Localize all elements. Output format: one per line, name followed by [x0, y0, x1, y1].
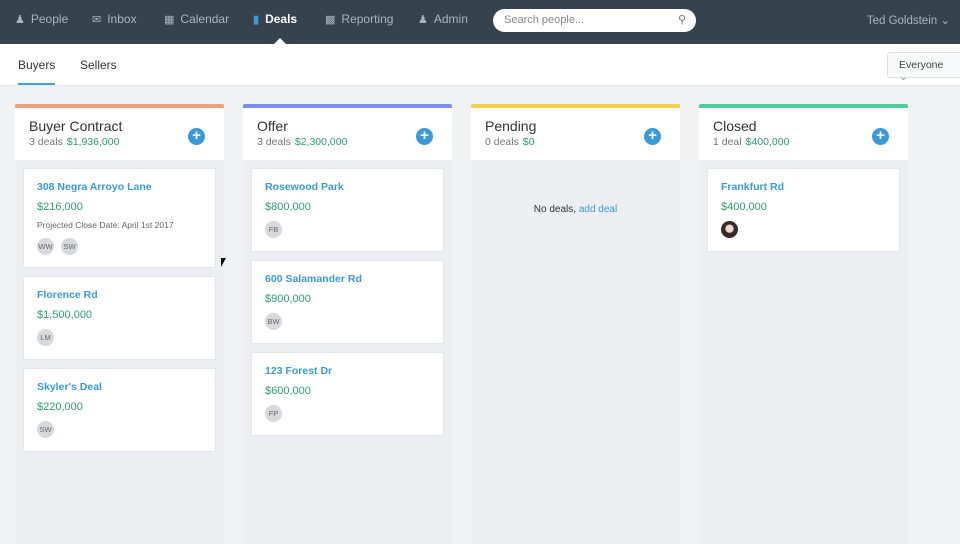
deal-name[interactable]: 600 Salamander Rd	[265, 273, 430, 285]
top-nav: ♟ People ✉ Inbox ▦ Calendar ▮ Deals ▩ Reporti…	[0, 0, 960, 44]
nav-people[interactable]: ♟ People	[15, 12, 68, 26]
chart-icon: ▩	[325, 13, 336, 26]
deal-name[interactable]: Rosewood Park	[265, 181, 430, 193]
empty-state: No deals, add deal	[471, 204, 680, 215]
column-offer: Offer 3 deals $2,300,000 + Rosewood Park …	[243, 104, 452, 544]
column-pending: Pending 0 deals $0 + No deals, add deal	[471, 104, 680, 544]
nav-deals[interactable]: ▮ Deals	[253, 12, 297, 26]
add-deal-button[interactable]: +	[416, 128, 433, 145]
deals-bag-icon: ▮	[253, 13, 260, 26]
user-icon: ♟	[418, 13, 428, 26]
column-total: $400,000	[745, 136, 790, 148]
everyone-filter-dropdown[interactable]: Everyone ⌄	[887, 52, 960, 83]
deal-name[interactable]: 123 Forest Dr	[265, 365, 430, 377]
tab-buyers[interactable]: Buyers	[18, 58, 56, 85]
deal-card[interactable]: 600 Salamander Rd $900,000 BW	[251, 260, 444, 344]
column-title: Offer	[257, 118, 288, 134]
add-deal-button[interactable]: +	[644, 128, 661, 145]
deal-count: 1 deal	[713, 136, 742, 148]
column-title: Pending	[485, 118, 537, 134]
nav-label: Inbox	[107, 12, 137, 26]
column-header: Pending 0 deals $0 +	[471, 108, 680, 160]
user-name: Ted Goldstein	[866, 15, 938, 27]
deal-price: $600,000	[265, 385, 311, 397]
search-placeholder: Search people...	[504, 14, 585, 26]
avatar: FB	[265, 221, 282, 238]
deal-name[interactable]: Florence Rd	[37, 289, 202, 301]
deal-name[interactable]: 308 Negra Arroyo Lane	[37, 181, 202, 193]
nav-label: Admin	[433, 12, 468, 26]
mouse-cursor-icon	[221, 258, 226, 267]
deal-price: $220,000	[37, 401, 83, 413]
avatar: SW	[37, 421, 54, 438]
chevron-down-icon: ⌄	[899, 71, 908, 83]
deal-card[interactable]: Florence Rd $1,500,000 LM	[23, 276, 216, 360]
deal-card[interactable]: Frankfurt Rd $400,000	[707, 168, 900, 252]
deal-price: $400,000	[721, 201, 767, 213]
deal-card[interactable]: Rosewood Park $800,000 FB	[251, 168, 444, 252]
search-input[interactable]: Search people... ⚲	[493, 9, 696, 32]
add-deal-button[interactable]: +	[872, 128, 889, 145]
deal-card[interactable]: 123 Forest Dr $600,000 FP	[251, 352, 444, 436]
subnav: Buyers Sellers Everyone ⌄	[0, 44, 960, 86]
avatar: FP	[265, 405, 282, 422]
empty-text: No deals,	[533, 204, 577, 215]
deal-count: 0 deals	[485, 136, 519, 148]
deal-card[interactable]: Skyler's Deal $220,000 SW	[23, 368, 216, 452]
nav-label: Deals	[265, 12, 298, 26]
column-total: $1,936,000	[66, 136, 120, 148]
column-buyer-contract: Buyer Contract 3 deals $1,936,000 + 308 N…	[15, 104, 224, 544]
avatar: LM	[37, 329, 54, 346]
deal-card[interactable]: 308 Negra Arroyo Lane $216,000 Projected…	[23, 168, 216, 268]
column-title: Closed	[713, 118, 757, 134]
tab-sellers[interactable]: Sellers	[80, 58, 117, 72]
avatar: SW	[61, 238, 78, 255]
nav-admin[interactable]: ♟ Admin	[418, 12, 468, 26]
nav-label: Reporting	[341, 12, 394, 26]
column-header: Offer 3 deals $2,300,000 +	[243, 108, 452, 160]
deal-name[interactable]: Frankfurt Rd	[721, 181, 886, 193]
avatar: BW	[265, 313, 282, 330]
nav-label: Calendar	[180, 12, 230, 26]
close-date: Projected Close Date: April 1st 2017	[37, 220, 174, 230]
deal-count: 3 deals	[29, 136, 63, 148]
people-icon: ♟	[15, 13, 25, 26]
nav-calendar[interactable]: ▦ Calendar	[164, 12, 229, 26]
avatar: WW	[37, 238, 54, 255]
column-total: $0	[522, 136, 535, 148]
deal-price: $800,000	[265, 201, 311, 213]
column-closed: Closed 1 deal $400,000 + Frankfurt Rd $40…	[699, 104, 908, 544]
deal-count: 3 deals	[257, 136, 291, 148]
column-title: Buyer Contract	[29, 118, 123, 134]
deal-price: $216,000	[37, 201, 83, 213]
user-menu[interactable]: Ted Goldstein ⌄	[867, 13, 950, 27]
deal-price: $900,000	[265, 293, 311, 305]
calendar-icon: ▦	[164, 13, 175, 26]
search-icon[interactable]: ⚲	[678, 13, 686, 26]
deal-price: $1,500,000	[37, 309, 93, 321]
add-deal-button[interactable]: +	[188, 128, 205, 145]
add-deal-link[interactable]: add deal	[579, 204, 617, 215]
nav-inbox[interactable]: ✉ Inbox	[92, 12, 137, 26]
column-header: Closed 1 deal $400,000 +	[699, 108, 908, 160]
column-total: $2,300,000	[294, 136, 348, 148]
nav-label: People	[30, 12, 69, 26]
filter-label: Everyone	[899, 59, 944, 71]
nav-reporting[interactable]: ▩ Reporting	[325, 12, 393, 26]
avatar-photo	[721, 221, 738, 238]
deal-name[interactable]: Skyler's Deal	[37, 381, 202, 393]
inbox-icon: ✉	[92, 13, 102, 26]
column-header: Buyer Contract 3 deals $1,936,000 +	[15, 108, 224, 160]
